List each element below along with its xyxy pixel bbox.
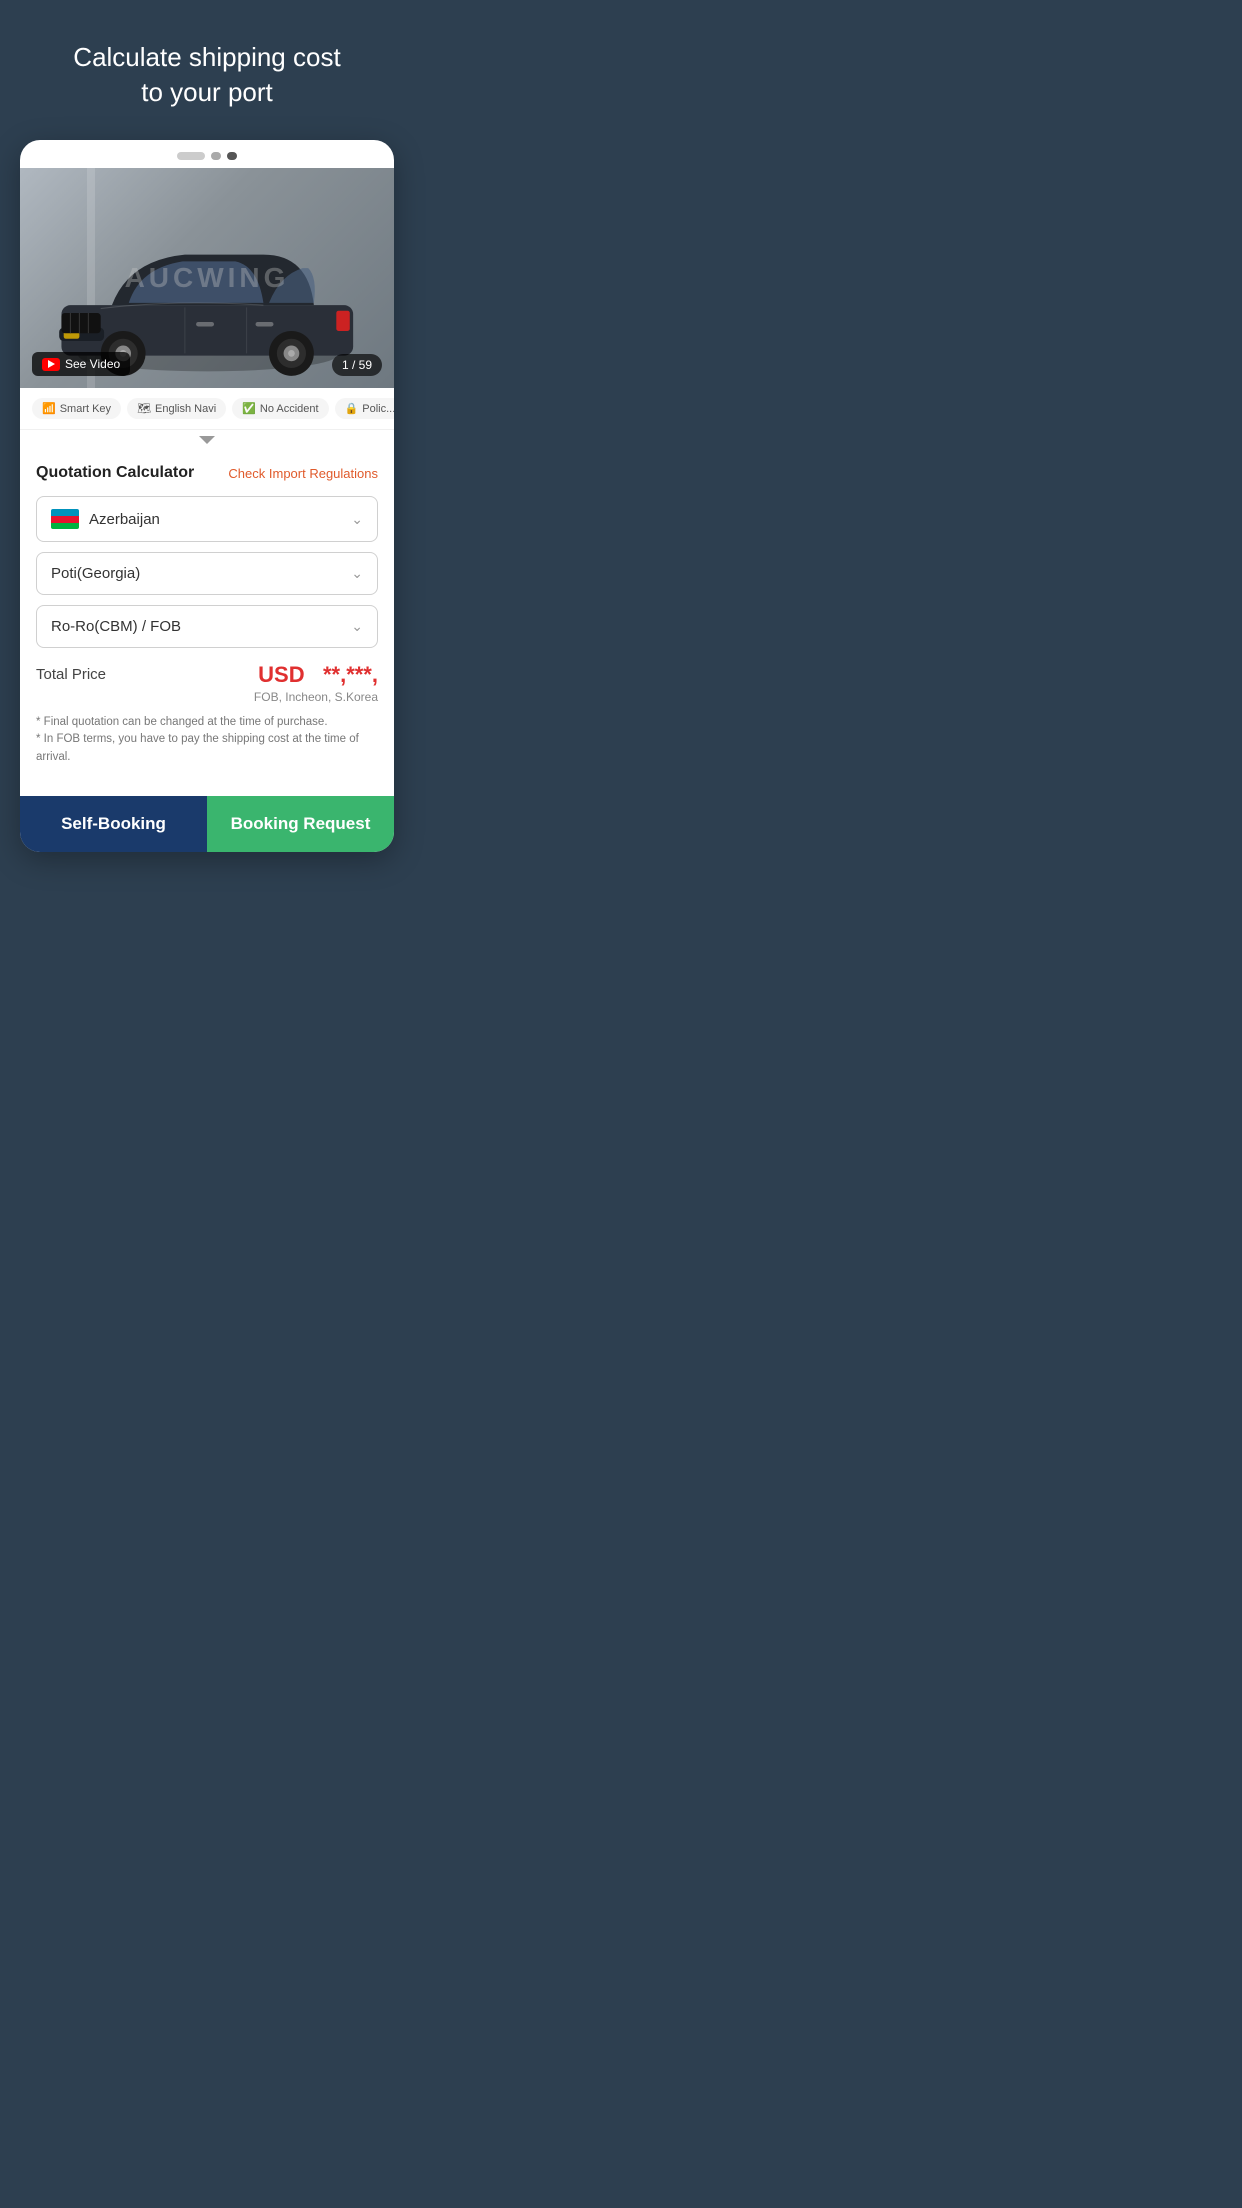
dot-2 — [211, 152, 221, 160]
feature-no-accident: ✅ No Accident — [232, 398, 328, 419]
dot-3 — [227, 152, 237, 160]
azerbaijan-flag — [51, 509, 79, 529]
youtube-icon — [42, 358, 60, 371]
shipping-chevron-icon: ⌄ — [351, 618, 363, 635]
total-price-label: Total Price — [36, 662, 106, 683]
see-video-button[interactable]: See Video — [32, 352, 130, 376]
port-chevron-icon: ⌄ — [351, 565, 363, 582]
page-title: Calculate shipping cost to your port — [63, 40, 350, 110]
country-chevron-icon: ⌄ — [351, 511, 363, 528]
dot-1 — [177, 152, 205, 160]
quotation-title: Quotation Calculator — [36, 464, 194, 482]
main-card: AUCWING See Video 1 / 59 📶 Smart Key 🗺 E… — [20, 140, 394, 852]
features-row: 📶 Smart Key 🗺 English Navi ✅ No Accident… — [20, 388, 394, 430]
price-sub-note: FOB, Incheon, S.Korea — [254, 690, 378, 704]
check-import-regulations-link[interactable]: Check Import Regulations — [228, 466, 378, 481]
self-booking-button[interactable]: Self-Booking — [20, 796, 207, 852]
feature-smart-key: 📶 Smart Key — [32, 398, 121, 419]
quotation-header: Quotation Calculator Check Import Regula… — [36, 464, 378, 482]
chevron-down-icon — [199, 436, 215, 444]
quotation-section: Quotation Calculator Check Import Regula… — [20, 450, 394, 796]
price-display: USD **,***, — [254, 662, 378, 688]
carousel-dots — [20, 140, 394, 168]
feature-english-navi: 🗺 English Navi — [127, 398, 226, 419]
watermark: AUCWING — [125, 262, 290, 294]
bottom-buttons: Self-Booking Booking Request — [20, 796, 394, 852]
shipping-select[interactable]: Ro-Ro(CBM) / FOB ⌄ — [36, 605, 378, 648]
booking-request-button[interactable]: Booking Request — [207, 796, 394, 852]
port-select[interactable]: Poti(Georgia) ⌄ — [36, 552, 378, 595]
expand-row[interactable] — [20, 430, 394, 450]
disclaimer: * Final quotation can be changed at the … — [36, 714, 378, 766]
country-select[interactable]: Azerbaijan ⌄ — [36, 496, 378, 542]
feature-polic: 🔒 Polic... — [335, 398, 394, 419]
total-price-value: USD **,***, FOB, Incheon, S.Korea — [254, 662, 378, 704]
car-image: AUCWING See Video 1 / 59 — [20, 168, 394, 388]
total-price-row: Total Price USD **,***, FOB, Incheon, S.… — [36, 662, 378, 704]
photo-count: 1 / 59 — [332, 354, 382, 376]
